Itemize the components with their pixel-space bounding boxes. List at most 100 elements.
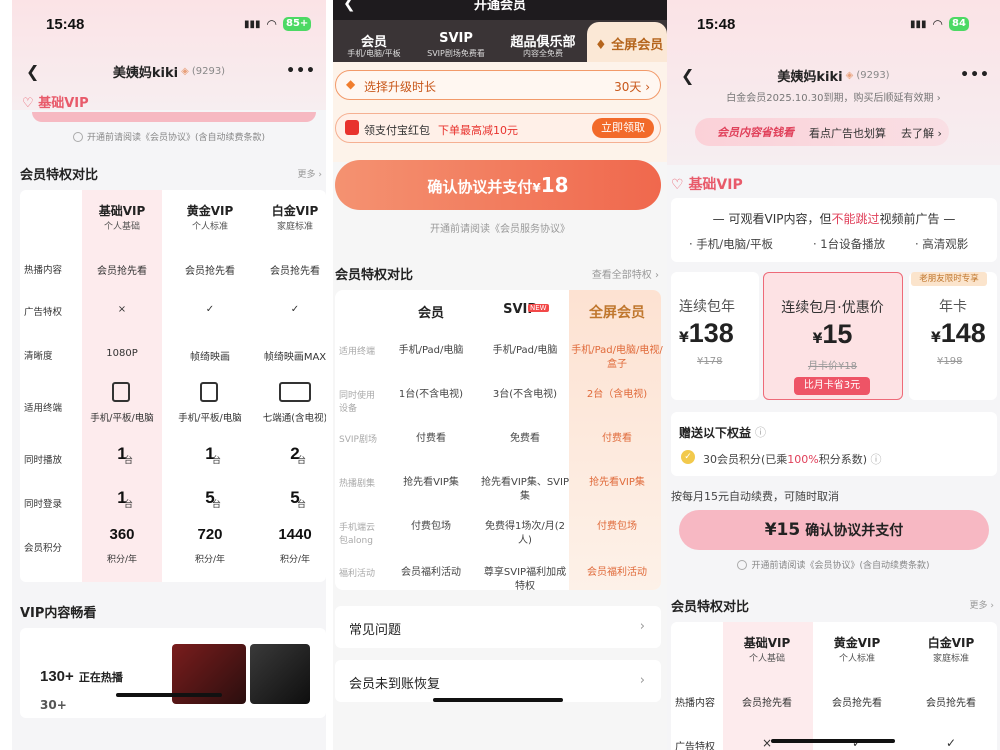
row-label: 热播剧集 (339, 479, 376, 489)
cell-value: 720 (197, 526, 223, 543)
poster-image-2[interactable] (250, 644, 310, 704)
compare-more-link[interactable]: 查看全部特权 › (592, 266, 659, 281)
agree-radio[interactable] (737, 559, 748, 570)
feature-line-highlight: 不能跳过 (831, 212, 880, 226)
gift-item-pre: 30会员积分(已乘 (703, 453, 788, 466)
cell-value: 1 (117, 488, 127, 507)
compare-title: 会员特权对比 (335, 268, 414, 283)
banner-logo: 会员内容省钱看 (717, 126, 794, 139)
pay-button[interactable]: 确认协议并支付¥18 (335, 160, 661, 210)
cell-value: 会员抢先看 (742, 698, 792, 709)
status-time: 15:48 (46, 16, 85, 33)
cell-unit: 台 (297, 456, 307, 466)
plan-card-yearly[interactable]: 连续包年 ¥138 ¥178 (671, 272, 759, 400)
compare-more-link[interactable]: 更多 › (298, 167, 322, 180)
tab-fullscreen-active[interactable]: ♦ 全屏会员 (587, 22, 667, 62)
info-icon[interactable]: ⓘ (871, 453, 882, 466)
column-header: 会员 (417, 306, 444, 321)
feature-line: — 可观看VIP内容，但不能跳过视频前广告 — (712, 212, 956, 226)
more-icon[interactable]: ••• (286, 63, 316, 79)
row-label: 手机端云包along (339, 523, 376, 546)
pay-button-partial[interactable] (32, 112, 316, 122)
tab-label[interactable]: SVIP (417, 31, 495, 46)
user-name: 美姨妈kiki (777, 69, 843, 85)
cell-value: 会员抢先看 (185, 266, 235, 277)
column-subheader: 个人标准 (191, 222, 228, 232)
feature-item: · 1台设备播放 (813, 237, 886, 251)
wifi-icon: ◠ (932, 17, 943, 31)
compare-more-link[interactable]: 更多 › (970, 598, 994, 611)
tab-sublabel[interactable]: 内容全免费 (501, 48, 585, 59)
row-label: 福利活动 (339, 569, 376, 579)
plan-name: 连续包年 (679, 299, 735, 315)
home-indicator (771, 739, 895, 743)
gift-item-post: 积分系数) (818, 453, 868, 466)
tab-sublabel[interactable]: 手机/电脑/平板 (335, 48, 413, 59)
cell-value: 3台(不含电视) (492, 389, 558, 400)
agree-radio[interactable] (72, 131, 83, 142)
redpack-claim-button[interactable]: 立即领取 (592, 118, 654, 138)
badge-icon: ◈ (181, 65, 189, 77)
gift-title: 赠送以下权益 (679, 426, 752, 440)
user-count: (9293) (856, 69, 890, 81)
gift-item-highlight: 100% (787, 453, 819, 466)
row-label: 适用终端 (24, 403, 63, 414)
plan-card-annual[interactable]: 老朋友限时专享 年卡 ¥148 ¥198 (909, 272, 997, 400)
redpack-label: 领支付宝红包 (364, 124, 430, 137)
right-screen: 15:48 ▮▮▮ ◠ 84 ❮ 美姨妈kiki ◈ (9293) ••• 白金… (667, 0, 1000, 750)
nav-bar: ❮ 美姨妈kiki ◈ (9293) ••• (12, 62, 326, 81)
tier-title: ♡ 基础VIP (22, 92, 89, 111)
pay-button[interactable]: ¥15 确认协议并支付 (679, 510, 989, 550)
compare-title: 会员特权对比 (20, 168, 99, 183)
compare-table: 会员 SVIP 全屏会员 NEW 适用终端 手机/Pad/电脑 手机/Pad/电脑 手机/Pa… (335, 290, 663, 592)
column-header: 黄金VIP (186, 204, 234, 218)
cell-unit: 台 (124, 456, 134, 466)
faq-row[interactable]: 常见问题 › (335, 606, 661, 648)
column-header: 全屏会员 (589, 305, 645, 321)
recover-row[interactable]: 会员未到账恢复 › (335, 660, 661, 702)
cell-value: 5 (205, 488, 215, 507)
banner-link: 去了解 › (901, 127, 942, 140)
plan-card-monthly-selected[interactable]: 连续包月·优惠价 ¥15 月卡价¥18 比月卡省3元 (763, 272, 903, 400)
cell-value: 付费包场 (411, 521, 451, 532)
cell-value: 1440 (278, 526, 312, 543)
content-card[interactable]: 130+ 正在热播 30+ (20, 628, 326, 718)
recover-label: 会员未到账恢复 (349, 677, 441, 692)
column-header: SVIP (503, 302, 537, 317)
cell-unit: 积分/年 (279, 555, 311, 565)
new-badge: NEW (528, 304, 549, 312)
row-label: 广告特权 (675, 742, 715, 750)
tv-device-icon (279, 382, 311, 402)
redpack-banner[interactable]: 领支付宝红包 下单最高减10元 立即领取 (335, 113, 661, 143)
agreement[interactable]: 开通前请阅读《会员协议》(含自动续费条款) (12, 130, 326, 143)
compare-table: 基础VIP 个人基础 黄金VIP 个人标准 白金VIP 家庭标准 热播内容 会员抢先看 会员抢先… (20, 190, 326, 582)
column-subheader: 个人基础 (748, 654, 785, 664)
cell-value: 付费看 (416, 433, 446, 444)
cell-value: 会员福利活动 (587, 567, 647, 578)
points-coin-icon: ✓ (681, 450, 695, 464)
cell-value: 帧绮映画MAX (263, 352, 326, 363)
cell-value: 360 (109, 526, 135, 543)
column-header: 白金VIP (927, 636, 975, 650)
user-count: (9293) (191, 65, 226, 77)
cell-value: 抢先看VIP集、SVIP集 (481, 477, 569, 502)
cell-value: 抢先看VIP集 (403, 477, 459, 488)
expire-note[interactable]: 白金会员2025.10.30到期，购买后顺延有效期 › (667, 89, 1000, 104)
tab-sublabel[interactable]: SVIP剧场免费看 (417, 48, 495, 59)
agreement[interactable]: 开通前请阅读《会员协议》(含自动续费条款) (667, 558, 1000, 571)
more-icon[interactable]: ••• (960, 67, 990, 83)
cell-unit: 台 (212, 500, 222, 510)
cell-unit: 台 (212, 456, 222, 466)
redpack-icon (345, 120, 359, 135)
column-subheader: 个人基础 (103, 222, 140, 232)
plan-discount-tag: 比月卡省3元 (794, 377, 870, 395)
row-label: 热播内容 (24, 265, 63, 276)
back-icon[interactable]: ❮ (26, 62, 39, 81)
duration-selector[interactable]: ◆ 选择升级时长 30天 › (335, 70, 661, 100)
ad-banner[interactable]: 会员内容省钱看 看点广告也划算 去了解 › (695, 118, 949, 146)
battery-indicator: 84 (949, 17, 969, 31)
agreement-text[interactable]: 开通前请阅读《会员服务协议》 (333, 220, 667, 235)
info-icon[interactable]: ⓘ (755, 424, 766, 440)
back-icon[interactable]: ❮ (681, 66, 694, 85)
cell-value: 付费看 (602, 433, 632, 444)
